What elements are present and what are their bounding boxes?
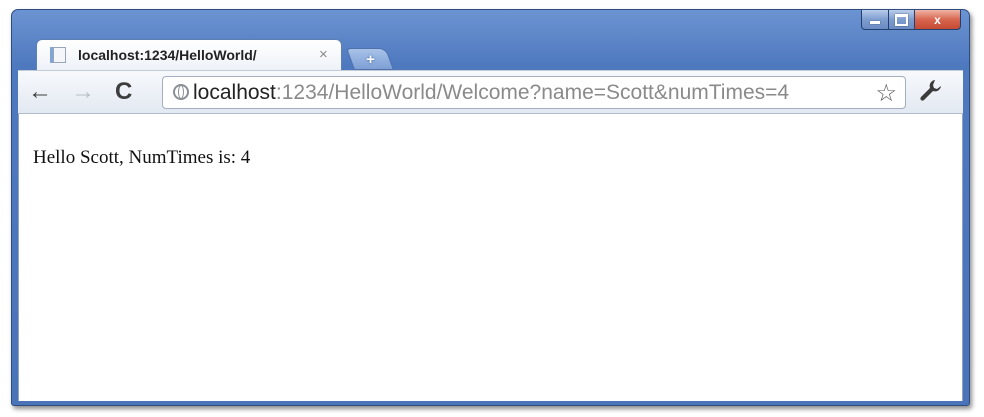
tab-close-icon[interactable]: × <box>319 46 328 63</box>
wrench-icon[interactable] <box>918 77 944 110</box>
reload-icon[interactable]: C <box>115 79 132 105</box>
url-host: localhost <box>193 81 276 104</box>
window-controls: x <box>861 10 961 30</box>
browser-toolbar: ← → C localhost:1234/HelloWorld/Welcome?… <box>18 70 963 114</box>
bookmark-star-icon[interactable]: ☆ <box>875 79 897 108</box>
url-text[interactable]: localhost:1234/HelloWorld/Welcome?name=S… <box>193 81 789 105</box>
maximize-icon <box>895 13 908 26</box>
close-window-button[interactable]: x <box>915 10 961 30</box>
forward-arrow-icon[interactable]: → <box>71 79 95 105</box>
page-message: Hello Scott, NumTimes is: 4 <box>33 147 251 168</box>
tab-localhost-helloworld[interactable]: localhost:1234/HelloWorld/ × <box>36 39 342 70</box>
plus-icon: + <box>365 50 375 68</box>
minimize-button[interactable] <box>861 10 889 30</box>
page-content: Hello Scott, NumTimes is: 4 <box>18 114 963 401</box>
minimize-icon <box>870 21 880 24</box>
close-icon: x <box>934 12 941 27</box>
globe-icon <box>173 84 189 100</box>
maximize-button[interactable] <box>889 10 915 30</box>
url-path: :1234/HelloWorld/Welcome?name=Scott&numT… <box>275 81 790 104</box>
tab-title: localhost:1234/HelloWorld/ <box>78 47 257 63</box>
page-icon <box>50 47 66 63</box>
new-tab-button[interactable]: + <box>345 48 395 70</box>
address-bar[interactable]: localhost:1234/HelloWorld/Welcome?name=S… <box>162 76 906 109</box>
wrench-icon-graphic <box>920 80 941 101</box>
back-arrow-icon[interactable]: ← <box>28 79 52 105</box>
browser-window: x localhost:1234/HelloWorld/ × + ← → C l… <box>11 9 970 406</box>
